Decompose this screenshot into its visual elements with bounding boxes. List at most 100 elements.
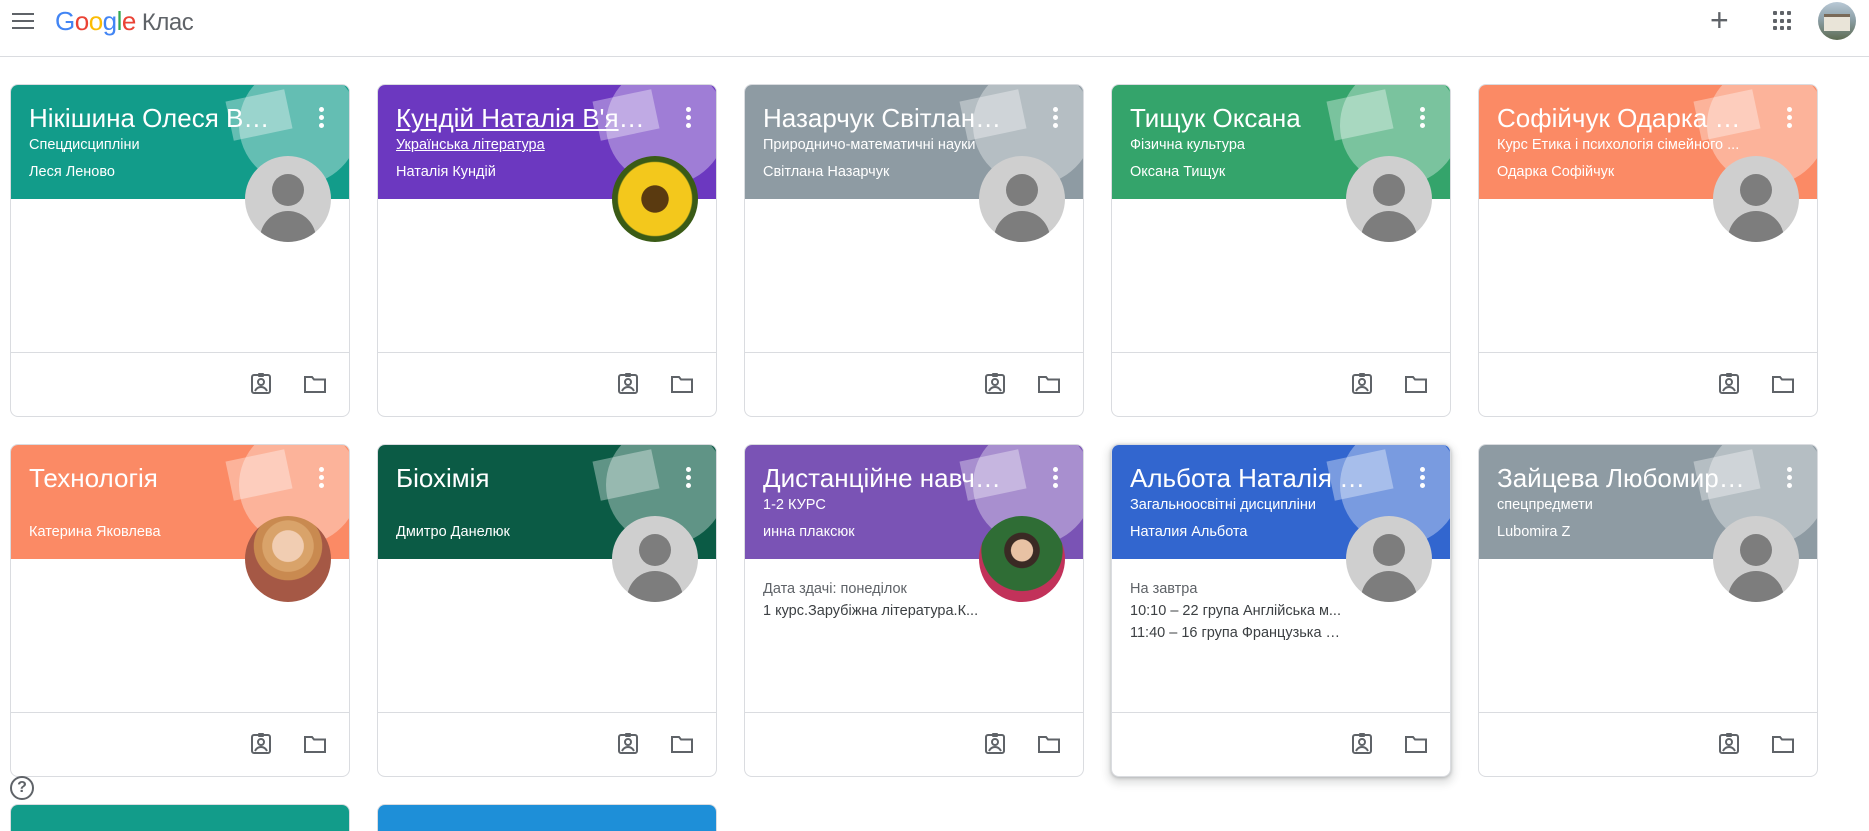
more-options-icon[interactable] — [1420, 467, 1426, 488]
upcoming-work — [745, 199, 1083, 354]
class-drive-folder-icon[interactable] — [303, 373, 327, 395]
more-options-icon[interactable] — [686, 107, 692, 128]
class-drive-folder-icon[interactable] — [1404, 373, 1428, 395]
your-work-icon[interactable] — [1350, 373, 1374, 395]
class-drive-folder-icon[interactable] — [1037, 733, 1061, 755]
class-section[interactable]: Курс Етика і психологія сімейного ... — [1497, 137, 1747, 153]
class-card[interactable] — [377, 804, 717, 831]
your-work-icon[interactable] — [616, 373, 640, 395]
class-title-link[interactable]: Нікішина Олеся Вал... — [29, 103, 279, 134]
class-title-link[interactable]: Софійчук Одарка Ва... — [1497, 103, 1747, 134]
class-card[interactable]: Зайцева Любомира ... спецпредмети Lubomira… — [1478, 444, 1818, 777]
class-title-link[interactable]: Зайцева Любомира ... — [1497, 463, 1747, 494]
more-options-icon[interactable] — [686, 467, 692, 488]
class-title-link[interactable]: Кундій Наталія В'яче... — [396, 103, 646, 134]
teacher-name: Одарка Софійчук — [1497, 164, 1615, 180]
class-card[interactable]: Біохімія Дмитро Данелюк — [377, 444, 717, 777]
teacher-name: Lubomira Z — [1497, 524, 1571, 540]
card-footer — [11, 712, 349, 776]
class-drive-folder-icon[interactable] — [670, 733, 694, 755]
your-work-icon[interactable] — [1350, 733, 1374, 755]
class-drive-folder-icon[interactable] — [670, 373, 694, 395]
help-icon[interactable]: ? — [10, 776, 34, 800]
class-section[interactable]: Загальноосвітні дисципліни — [1130, 497, 1380, 513]
class-card[interactable]: Кундій Наталія В'яче... Українська літера… — [377, 84, 717, 417]
class-title-link[interactable]: Назарчук Світлана І... — [763, 103, 1013, 134]
your-work-icon[interactable] — [249, 733, 273, 755]
your-work-icon[interactable] — [1717, 373, 1741, 395]
your-work-icon[interactable] — [249, 373, 273, 395]
upcoming-work — [1112, 199, 1450, 354]
more-options-icon[interactable] — [319, 107, 325, 128]
teacher-name: Дмитро Данелюк — [396, 524, 510, 540]
logo-letter: g — [102, 6, 117, 36]
upcoming-work — [11, 559, 349, 714]
more-options-icon[interactable] — [1053, 467, 1059, 488]
main-menu-icon[interactable] — [12, 10, 36, 32]
logo-letter: o — [74, 6, 89, 36]
class-drive-folder-icon[interactable] — [303, 733, 327, 755]
upcoming-work — [11, 199, 349, 354]
more-options-icon[interactable] — [319, 467, 325, 488]
class-card[interactable]: Софійчук Одарка Ва... Курс Етика і психол… — [1478, 84, 1818, 417]
assignment-link[interactable]: 11:40 – 16 група Французька мова — [1130, 625, 1350, 641]
class-drive-folder-icon[interactable] — [1771, 373, 1795, 395]
class-card[interactable]: Нікішина Олеся Вал... Спецдисципліни Леся … — [10, 84, 350, 417]
class-card[interactable]: Технологія Катерина Яковлева — [10, 444, 350, 777]
class-drive-folder-icon[interactable] — [1037, 373, 1061, 395]
create-or-join-class-icon[interactable]: + — [1710, 4, 1729, 36]
class-card[interactable]: Альбота Наталія Ва... Загальноосвітні дис… — [1111, 444, 1451, 777]
assignment-link[interactable]: 1 курс.Зарубіжна література.К... — [763, 603, 983, 619]
class-drive-folder-icon[interactable] — [1404, 733, 1428, 755]
your-work-icon[interactable] — [983, 733, 1007, 755]
card-footer — [1112, 712, 1450, 776]
class-drive-folder-icon[interactable] — [1771, 733, 1795, 755]
your-work-icon[interactable] — [616, 733, 640, 755]
class-card[interactable]: Тищук Оксана Фізична культура Оксана Тищук — [1111, 84, 1451, 417]
logo-letter: e — [121, 6, 136, 36]
class-card[interactable] — [10, 804, 350, 831]
teacher-name: Леся Леново — [29, 164, 115, 180]
logo-letter: G — [55, 6, 75, 36]
assignment-link[interactable]: 10:10 – 22 група Англійська м... — [1130, 603, 1350, 619]
more-options-icon[interactable] — [1053, 107, 1059, 128]
card-footer — [1479, 712, 1817, 776]
class-section[interactable]: Природничо-математичні науки — [763, 137, 1013, 153]
class-title-link[interactable]: Технологія — [29, 463, 279, 494]
class-section[interactable]: Українська література — [396, 137, 646, 153]
card-footer — [1112, 352, 1450, 416]
your-work-icon[interactable] — [1717, 733, 1741, 755]
class-title-link[interactable]: Біохімія — [396, 463, 646, 494]
logo-letter: o — [88, 6, 103, 36]
upcoming-work: Дата здачі: понеділок 1 курс.Зарубіжна лі… — [745, 559, 1083, 714]
card-footer — [378, 352, 716, 416]
class-card[interactable]: Дистанційне навчан... 1-2 КУРС инна плаксю… — [744, 444, 1084, 777]
your-work-icon[interactable] — [983, 373, 1007, 395]
more-options-icon[interactable] — [1787, 467, 1793, 488]
class-section[interactable]: 1-2 КУРС — [763, 497, 1013, 513]
class-title-link[interactable]: Альбота Наталія Ва... — [1130, 463, 1380, 494]
teacher-name: Наталія Кундій — [396, 164, 496, 180]
upcoming-work: На завтра 10:10 – 22 група Англійська м..… — [1112, 559, 1450, 714]
teacher-name: Катерина Яковлева — [29, 524, 161, 540]
google-apps-icon[interactable] — [1773, 11, 1793, 31]
more-options-icon[interactable] — [1787, 107, 1793, 128]
class-section[interactable]: Фізична культура — [1130, 137, 1380, 153]
class-section[interactable]: Спецдисципліни — [29, 137, 279, 153]
class-card[interactable]: Назарчук Світлана І... Природничо-математ… — [744, 84, 1084, 417]
card-footer — [745, 712, 1083, 776]
more-options-icon[interactable] — [1420, 107, 1426, 128]
account-avatar[interactable] — [1818, 2, 1856, 40]
class-title-link[interactable]: Тищук Оксана — [1130, 103, 1380, 134]
card-footer — [1479, 352, 1817, 416]
due-label: На завтра — [1130, 581, 1198, 597]
google-classroom-logo[interactable]: Google Клас — [55, 6, 194, 37]
upcoming-work — [378, 199, 716, 354]
card-footer — [745, 352, 1083, 416]
top-app-bar: Google Клас + — [0, 0, 1869, 57]
teacher-name: Наталия Альбота — [1130, 524, 1248, 540]
card-footer — [378, 712, 716, 776]
class-title-link[interactable]: Дистанційне навчан... — [763, 463, 1013, 494]
class-section[interactable]: спецпредмети — [1497, 497, 1747, 513]
upcoming-work — [378, 559, 716, 714]
